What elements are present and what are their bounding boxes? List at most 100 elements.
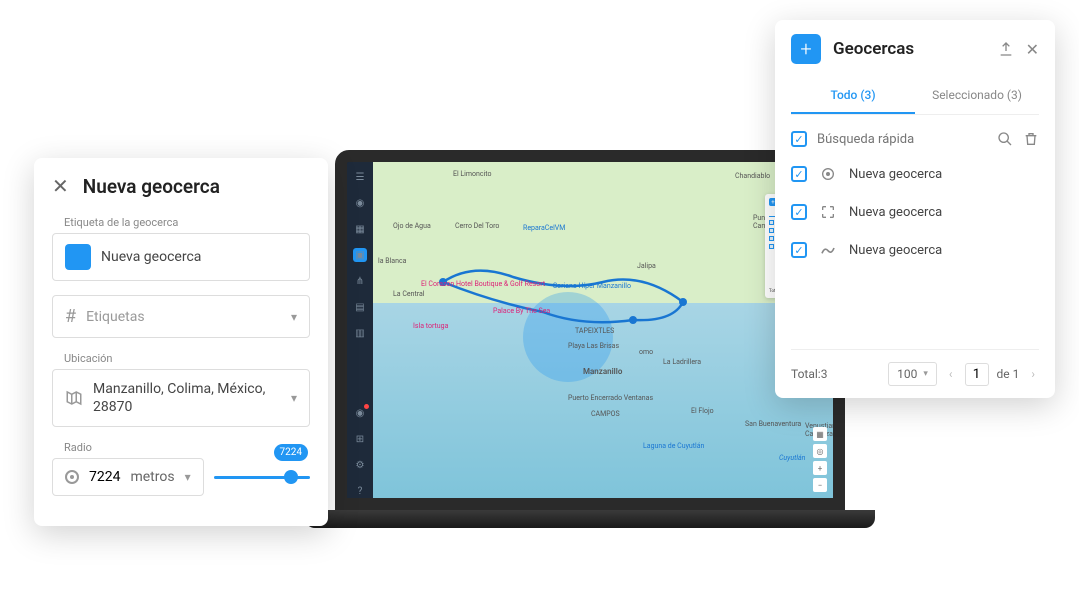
geofence-name: Nueva geocerca [849, 243, 942, 258]
sidebar-report-icon[interactable]: ▤ [353, 300, 367, 314]
geofence-label-caption: Etiqueta de la geocerca [52, 216, 310, 229]
chevron-down-icon: ▾ [185, 470, 191, 484]
sidebar-menu-icon[interactable]: ☰ [353, 170, 367, 184]
app-sidebar: ☰ ◉ ▦ ▣ ⋔ ▤ ▥ ◉ ⊞ ⚙ ? [347, 162, 373, 498]
map-label: Manzanillo [583, 367, 622, 376]
map-label: Chandiablo [735, 172, 770, 180]
total-count: Total:3 [791, 367, 880, 381]
map-label: El Limoncito [453, 170, 491, 178]
close-icon[interactable]: ✕ [1026, 40, 1039, 59]
next-page-button[interactable]: › [1027, 367, 1039, 381]
tab-all[interactable]: Todo (3) [791, 78, 915, 114]
map-controls: ▦ ◎ + − [813, 427, 827, 492]
page-input[interactable] [965, 363, 989, 386]
map-label: San Buenaventura [745, 420, 801, 428]
location-caption: Ubicación [52, 352, 310, 365]
map-label: Soriana Híper Manzanillo [553, 282, 631, 290]
map-label: CAMPOS [591, 410, 620, 418]
sidebar-apps-icon[interactable]: ⊞ [353, 432, 367, 446]
item-checkbox[interactable] [791, 204, 807, 220]
rect-geofence-icon [819, 203, 837, 221]
add-geofence-button[interactable]: + [791, 34, 821, 64]
chevron-down-icon: ▾ [291, 310, 297, 324]
delete-icon[interactable] [1023, 131, 1039, 147]
map-label: Isla tortuga [413, 322, 448, 330]
select-all-checkbox[interactable] [791, 131, 807, 147]
radius-input[interactable]: 7224 metros ▾ [52, 458, 204, 496]
new-geofence-panel: ✕ Nueva geocerca Etiqueta de la geocerca… [34, 158, 328, 526]
geofence-item[interactable]: Nueva geocerca [791, 193, 1039, 231]
sidebar-building-icon[interactable]: ▥ [353, 326, 367, 340]
search-input[interactable] [817, 132, 987, 147]
sidebar-geofence-icon[interactable]: ▣ [353, 248, 367, 262]
mini-checkbox[interactable] [769, 228, 774, 233]
map-label: omo [639, 348, 653, 356]
geofence-item[interactable]: Nueva geocerca [791, 231, 1039, 269]
tags-input[interactable]: # Etiquetas ▾ [52, 295, 310, 338]
map-label: la Blanca [378, 257, 406, 265]
item-checkbox[interactable] [791, 242, 807, 258]
map-label: El Flojo [691, 407, 714, 415]
search-icon[interactable] [997, 131, 1013, 147]
map-view[interactable]: El Limoncito Ojo de Agua Cerro Del Toro … [373, 162, 833, 498]
chevron-down-icon: ▾ [923, 369, 928, 379]
map-label: Playa Las Brisas [568, 342, 619, 350]
prev-page-button[interactable]: ‹ [945, 367, 957, 381]
geofence-name: Nueva geocerca [849, 205, 942, 220]
radius-value: 7224 [89, 469, 120, 485]
map-label: La Ladrillera [663, 358, 701, 366]
geofence-name-input[interactable]: Nueva geocerca [52, 233, 310, 281]
close-icon[interactable]: ✕ [52, 174, 69, 198]
upload-icon[interactable] [998, 41, 1014, 57]
map-layers-button[interactable]: ▦ [813, 427, 827, 441]
page-of-label: de 1 [997, 367, 1020, 381]
pagination: Total:3 100 ▾ ‹ de 1 › [791, 349, 1039, 386]
map-label: El Corazon Hotel Boutique & Golf Resort [421, 280, 545, 288]
geofences-list-panel: + Geocercas ✕ Todo (3) Seleccionado (3) … [775, 20, 1055, 398]
sidebar-settings-icon[interactable]: ⚙ [353, 458, 367, 472]
circle-icon [65, 470, 79, 484]
panel-title: Geocercas [833, 39, 986, 59]
tags-placeholder: Etiquetas [86, 309, 144, 325]
slider-thumb[interactable] [284, 470, 298, 484]
map-icon [65, 389, 83, 407]
geofence-name: Nueva geocerca [849, 167, 942, 182]
radius-caption: Radio [52, 441, 310, 454]
map-label: La Central [393, 290, 424, 298]
geofence-item[interactable]: Nueva geocerca [791, 155, 1039, 193]
map-label: TAPEIXTLES [575, 327, 614, 335]
color-swatch[interactable] [65, 244, 91, 270]
mini-checkbox[interactable] [769, 236, 774, 241]
slider-value-bubble: 7224 [274, 444, 308, 461]
location-input[interactable]: Manzanillo, Colima, México, 28870 ▾ [52, 369, 310, 427]
map-label: Puerto Encerrado Ventanas [568, 394, 653, 402]
map-label: Ojo de Agua [393, 222, 431, 230]
laptop-screen: ☰ ◉ ▦ ▣ ⋔ ▤ ▥ ◉ ⊞ ⚙ ? El Limoncito Ojo d… [335, 150, 845, 510]
radius-slider[interactable]: 7224 [214, 462, 310, 492]
mini-checkbox[interactable] [769, 220, 774, 225]
map-zoom-out-button[interactable]: − [813, 478, 827, 492]
tab-selected[interactable]: Seleccionado (3) [915, 78, 1039, 114]
laptop-base [305, 510, 875, 528]
circle-geofence-icon [819, 165, 837, 183]
sidebar-notif-icon[interactable]: ◉ [353, 406, 367, 420]
map-zoom-in-button[interactable]: + [813, 461, 827, 475]
per-page-select[interactable]: 100 ▾ [888, 362, 937, 386]
radius-unit: metros [130, 469, 174, 485]
map-label: Cuyutlán [779, 454, 805, 462]
sidebar-share-icon[interactable]: ⋔ [353, 274, 367, 288]
panel-title: Nueva geocerca [83, 175, 220, 198]
item-checkbox[interactable] [791, 166, 807, 182]
hash-icon: # [65, 306, 76, 327]
chevron-down-icon: ▾ [291, 391, 297, 405]
map-label: Cerro Del Toro [455, 222, 499, 230]
sidebar-help-icon[interactable]: ? [353, 484, 367, 498]
map-label: El Ciruelo [793, 498, 822, 506]
map-label: ReparaCelVM [523, 224, 565, 232]
tabs: Todo (3) Seleccionado (3) [791, 78, 1039, 115]
mini-checkbox[interactable] [769, 244, 774, 249]
sidebar-user-icon[interactable]: ◉ [353, 196, 367, 210]
map-locate-button[interactable]: ◎ [813, 444, 827, 458]
sidebar-layers-icon[interactable]: ▦ [353, 222, 367, 236]
map-label: Laguna de Cuyutlán [643, 442, 704, 450]
